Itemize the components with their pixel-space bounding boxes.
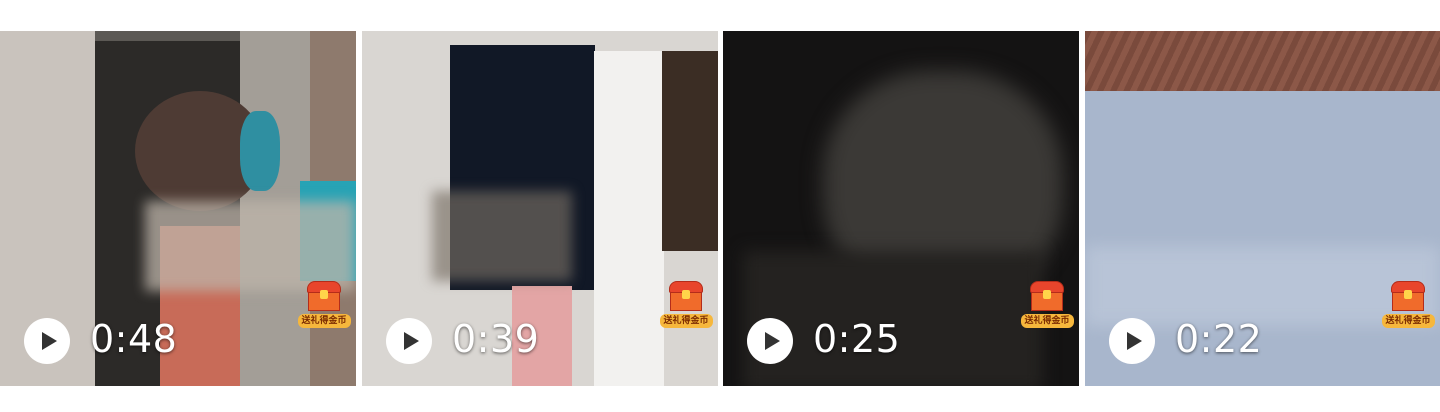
video-thumbnail[interactable]: 送礼得金币 0:48: [0, 31, 356, 386]
video-duration: 0:39: [452, 317, 540, 361]
video-thumbnail[interactable]: 送礼得金币 0:39: [362, 31, 718, 386]
play-icon: [403, 332, 419, 350]
video-grid: 送礼得金币 0:48 送礼得金币 0:39 送礼得金币 0:25 送礼得金币 0…: [0, 31, 1440, 386]
badge-label: 送礼得金币: [659, 314, 713, 328]
play-icon: [1126, 332, 1142, 350]
treasure-chest-icon: [669, 281, 703, 311]
badge-label: 送礼得金币: [1020, 314, 1074, 328]
treasure-chest-icon: [1391, 281, 1425, 311]
gift-coin-badge[interactable]: 送礼得金币: [1381, 281, 1435, 328]
play-icon: [41, 332, 57, 350]
badge-label: 送礼得金币: [297, 314, 351, 328]
gift-coin-badge[interactable]: 送礼得金币: [659, 281, 713, 328]
video-duration: 0:22: [1175, 317, 1263, 361]
video-duration: 0:25: [813, 317, 901, 361]
play-button[interactable]: [24, 318, 70, 364]
treasure-chest-icon: [307, 281, 341, 311]
video-duration: 0:48: [90, 317, 178, 361]
play-button[interactable]: [747, 318, 793, 364]
video-thumbnail[interactable]: 送礼得金币 0:22: [1085, 31, 1440, 386]
gift-coin-badge[interactable]: 送礼得金币: [297, 281, 351, 328]
play-button[interactable]: [386, 318, 432, 364]
video-thumbnail[interactable]: 送礼得金币 0:25: [723, 31, 1079, 386]
treasure-chest-icon: [1030, 281, 1064, 311]
play-icon: [764, 332, 780, 350]
badge-label: 送礼得金币: [1381, 314, 1435, 328]
play-button[interactable]: [1109, 318, 1155, 364]
gift-coin-badge[interactable]: 送礼得金币: [1020, 281, 1074, 328]
